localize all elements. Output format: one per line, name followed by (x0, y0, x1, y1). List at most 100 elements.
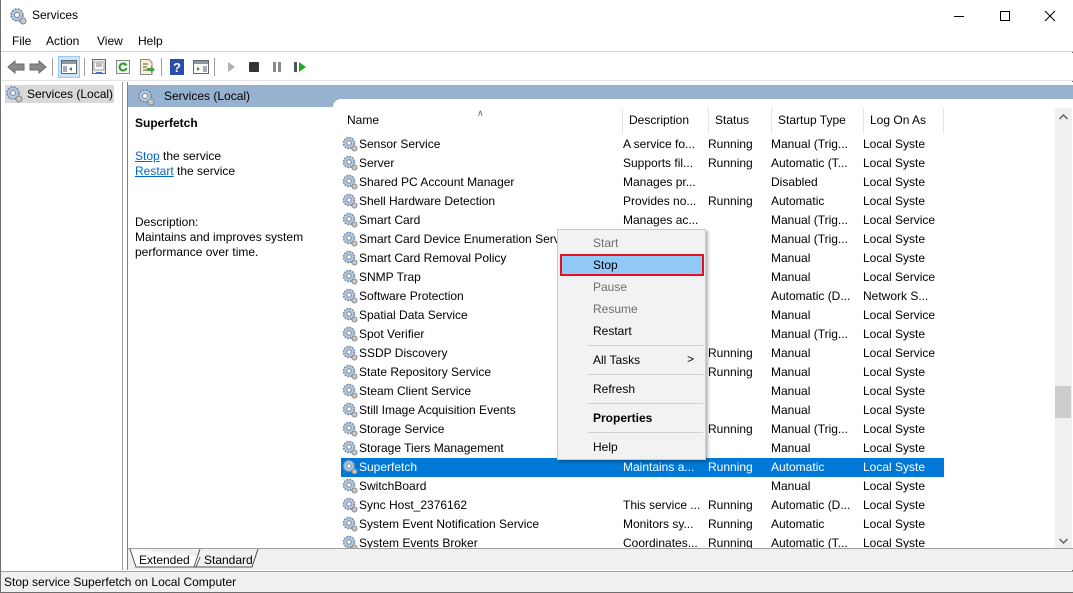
menu-action[interactable]: Action (46, 34, 79, 48)
service-gear-icon (342, 478, 358, 494)
context-menu-start[interactable]: Start (560, 232, 704, 254)
context-menu-resume[interactable]: Resume (560, 298, 704, 320)
service-row[interactable]: Superfetch Maintains a... Running Automatic… (340, 457, 945, 478)
forward-button[interactable] (27, 56, 49, 78)
console-tree: Services (Local) (2, 82, 123, 570)
context-menu-properties[interactable]: Properties (560, 407, 704, 429)
cell-startup-type: Manual (Trig... (771, 232, 848, 246)
context-menu-restart[interactable]: Restart (560, 320, 704, 342)
cell-name: Server (359, 156, 395, 170)
service-gear-icon (342, 326, 358, 342)
restart-service-button[interactable] (289, 56, 311, 78)
tab-standard[interactable]: Standard (204, 551, 253, 569)
context-menu-label: Properties (593, 411, 653, 425)
properties-icon (92, 59, 106, 74)
stop-action-text: the service (159, 149, 222, 163)
cell-log-on-as: Local Syste (863, 460, 926, 474)
stop-link[interactable]: Stop (135, 149, 160, 163)
scroll-down-button[interactable] (1055, 532, 1072, 549)
cell-name: Smart Card (359, 213, 421, 227)
cell-log-on-as: Local Service (863, 346, 936, 360)
help-icon: ? (170, 59, 184, 75)
service-row[interactable]: Smart Card Manages ac... Manual (Trig... Lo… (341, 211, 944, 230)
context-menu-stop[interactable]: Stop (560, 254, 704, 276)
service-gear-icon (342, 307, 358, 323)
services-gear-icon (9, 7, 27, 25)
column-header-log-on-as[interactable]: Log On As (864, 108, 944, 134)
cell-startup-type: Manual (771, 365, 811, 379)
cell-status: Running (708, 346, 753, 360)
context-menu-pause[interactable]: Pause (560, 276, 704, 298)
column-header-name[interactable]: Name (341, 108, 623, 134)
cell-startup-type: Manual (771, 308, 811, 322)
cell-description: Supports fil... (623, 156, 694, 170)
service-row[interactable]: SwitchBoard Manual Local Syste (341, 477, 944, 496)
cell-log-on-as: Local Syste (863, 327, 926, 341)
back-icon (7, 60, 25, 74)
close-button[interactable] (1027, 0, 1073, 31)
cell-startup-type: Manual (771, 403, 811, 417)
context-menu-help[interactable]: Help (560, 436, 704, 458)
menu-help[interactable]: Help (138, 34, 163, 48)
cell-startup-type: Manual (771, 441, 811, 455)
cell-startup-type: Automatic (771, 517, 825, 531)
menu-separator (588, 374, 703, 375)
cell-log-on-as: Local Syste (863, 422, 926, 436)
show-action-pane-button[interactable] (190, 56, 212, 78)
scroll-up-button[interactable] (1055, 108, 1072, 125)
refresh-button[interactable] (112, 56, 134, 78)
scroll-thumb[interactable] (1055, 386, 1071, 418)
cell-startup-type: Manual (771, 384, 811, 398)
context-menu-refresh[interactable]: Refresh (560, 378, 704, 400)
service-gear-icon (342, 459, 358, 475)
cell-description: This service ... (623, 498, 701, 512)
stop-action: Stop the service (135, 149, 221, 163)
export-list-button[interactable] (136, 56, 158, 78)
menu-view[interactable]: View (97, 34, 123, 48)
vertical-scrollbar[interactable] (1055, 108, 1072, 549)
service-row[interactable]: Shared PC Account Manager Manages pr... Di… (341, 173, 944, 192)
status-bar: Stop service Superfetch on Local Compute… (1, 571, 1073, 592)
cell-startup-type: Automatic (771, 460, 825, 474)
column-header-startup-type[interactable]: Startup Type (772, 108, 864, 134)
service-row[interactable]: Shell Hardware Detection Provides no... Ru… (341, 192, 944, 211)
properties-button[interactable] (88, 56, 110, 78)
toolbar-separator (214, 58, 215, 76)
context-menu-label: Refresh (593, 382, 636, 396)
context-menu-all-tasks[interactable]: All Tasks > (560, 349, 704, 371)
minimize-button[interactable] (936, 0, 982, 31)
service-row[interactable]: Server Supports fil... Running Automatic (T… (341, 154, 944, 173)
service-gear-icon (342, 288, 358, 304)
chevron-up-icon (1059, 113, 1068, 120)
service-row[interactable]: Sync Host_2376162 This service ... Running… (341, 496, 944, 515)
column-header-status[interactable]: Status (709, 108, 772, 134)
back-button[interactable] (5, 56, 27, 78)
cell-status: Running (708, 498, 753, 512)
submenu-chevron-icon: > (686, 352, 694, 366)
service-row[interactable]: System Event Notification Service Monitor… (341, 515, 944, 534)
column-header-description[interactable]: Description (623, 108, 709, 134)
cell-name: System Event Notification Service (359, 517, 540, 531)
menu-file[interactable]: File (12, 34, 31, 48)
cell-startup-type: Manual (Trig... (771, 213, 848, 227)
context-menu-label: Start (593, 236, 619, 250)
start-service-button[interactable] (220, 56, 242, 78)
pause-service-button[interactable] (266, 56, 288, 78)
help-button[interactable]: ? (166, 56, 188, 78)
context-menu-label: All Tasks (593, 353, 641, 367)
maximize-button[interactable] (982, 0, 1028, 31)
show-hide-console-tree-button[interactable] (58, 56, 80, 78)
cell-log-on-as: Local Syste (863, 194, 926, 208)
tab-extended[interactable]: Extended (139, 551, 190, 569)
cell-status: Running (708, 365, 753, 379)
service-row[interactable]: Sensor Service A service fo... Running Manu… (341, 135, 944, 154)
restart-link[interactable]: Restart (135, 164, 174, 178)
cell-description: Manages pr... (623, 175, 696, 189)
service-gear-icon (342, 440, 358, 456)
cell-status: Running (708, 422, 753, 436)
tree-item-services-local[interactable]: Services (Local) (5, 85, 114, 103)
cell-name: Shared PC Account Manager (359, 175, 515, 189)
description-text: Maintains and improves system performanc… (135, 230, 304, 259)
stop-service-button[interactable] (243, 56, 265, 78)
cell-startup-type: Automatic (T... (771, 156, 848, 170)
